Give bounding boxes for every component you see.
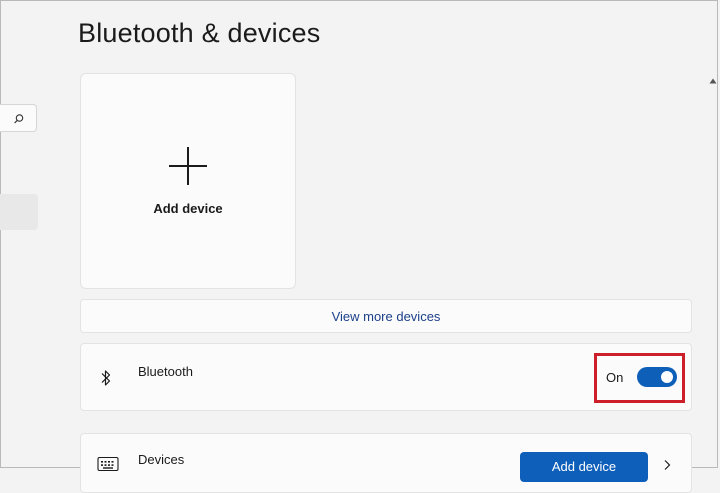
devices-label: Devices [138, 452, 185, 467]
scroll-up-arrow-icon[interactable] [709, 71, 717, 89]
chevron-right-icon[interactable] [663, 458, 671, 476]
add-device-card-label: Add device [153, 201, 223, 216]
scrollbar[interactable] [708, 0, 718, 468]
sidebar [0, 0, 40, 470]
sidebar-item-selected[interactable] [0, 194, 38, 230]
search-box[interactable] [0, 104, 37, 132]
bluetooth-icon [100, 368, 112, 393]
bluetooth-label: Bluetooth [138, 364, 193, 379]
add-device-card[interactable]: Add device [80, 73, 296, 289]
highlight-box [594, 353, 685, 403]
plus-icon [168, 146, 208, 191]
add-device-button[interactable]: Add device [520, 452, 648, 482]
keyboard-icon [97, 456, 119, 477]
search-icon [13, 112, 25, 130]
view-more-devices-link[interactable]: View more devices [80, 299, 692, 333]
page-title: Bluetooth & devices [78, 18, 321, 48]
